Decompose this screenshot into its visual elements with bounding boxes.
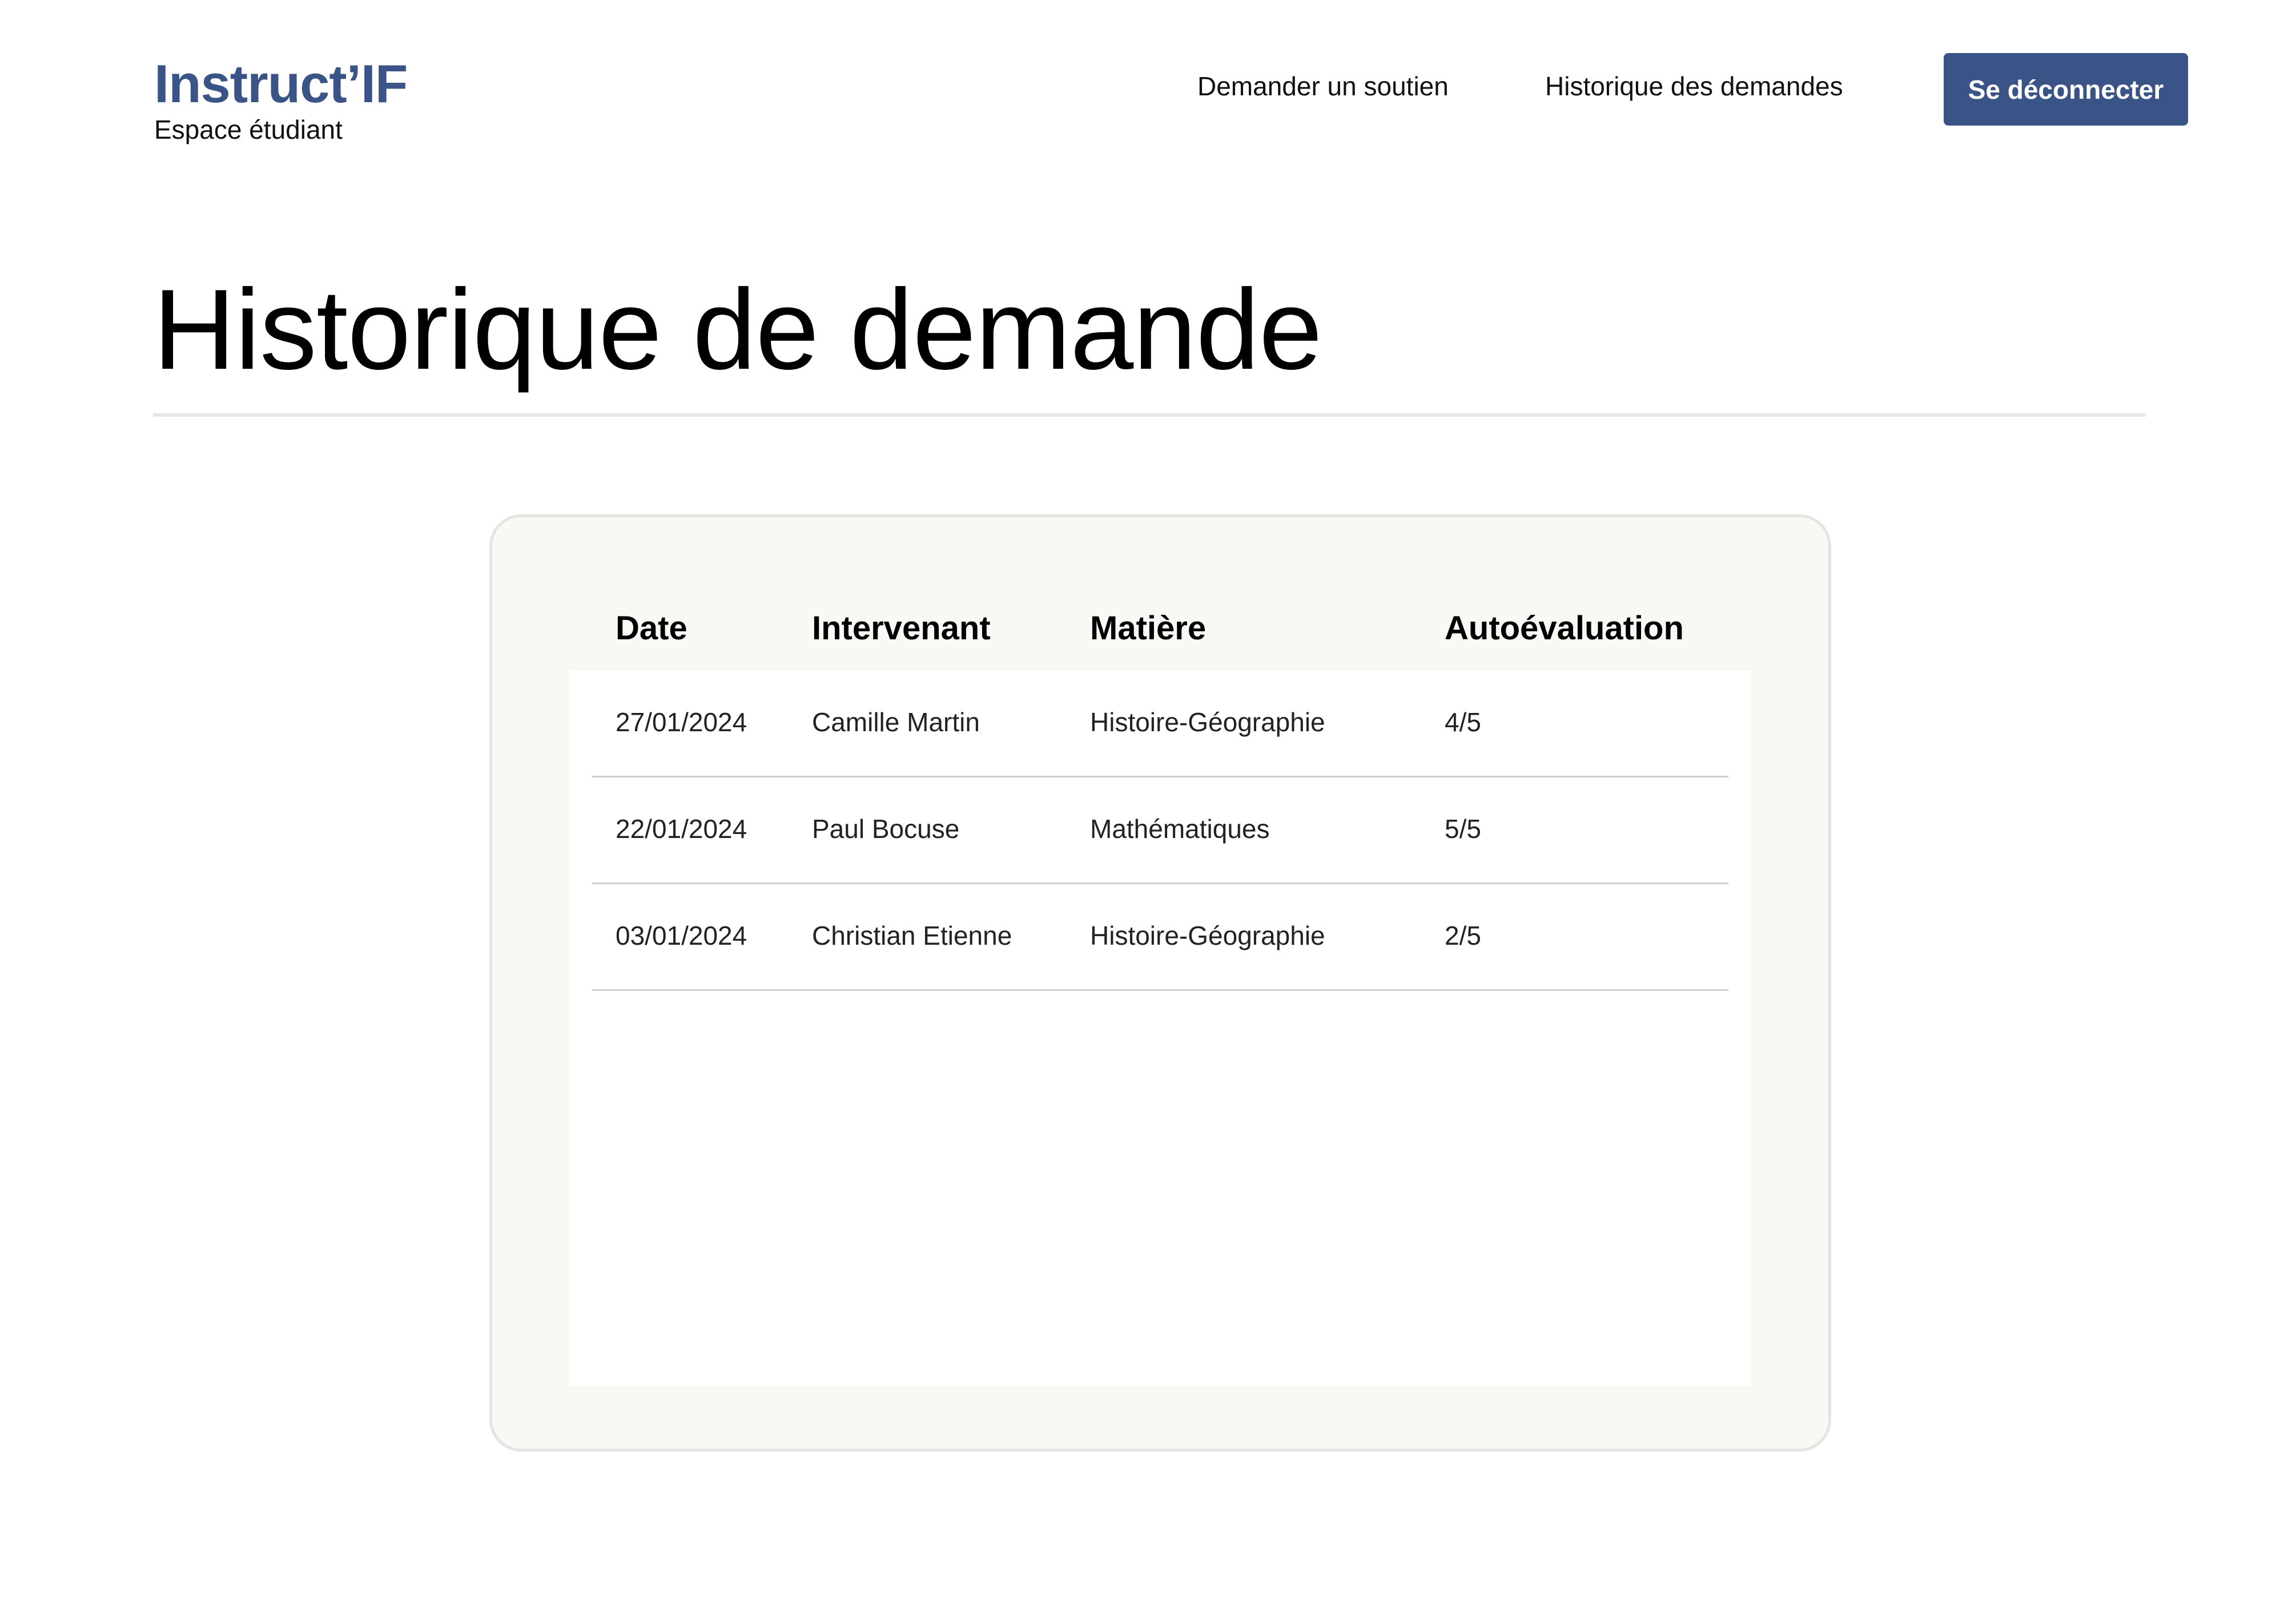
title-divider: [153, 413, 2146, 417]
column-header-date: Date: [616, 610, 687, 647]
table-row[interactable]: 22/01/2024 Paul Bocuse Mathématiques 5/5: [592, 777, 1728, 884]
cell-intervenant: Camille Martin: [812, 707, 980, 737]
cell-autoevaluation: 4/5: [1445, 707, 1481, 737]
page: Instruct’IF Espace étudiant Demander un …: [0, 0, 2284, 1624]
page-title: Historique de demande: [153, 266, 1322, 393]
cell-matiere: Histoire-Géographie: [1090, 921, 1325, 950]
cell-matiere: Mathématiques: [1090, 814, 1270, 844]
column-header-matiere: Matière: [1090, 610, 1207, 647]
cell-matiere: Histoire-Géographie: [1090, 707, 1325, 737]
cell-date: 22/01/2024: [616, 814, 747, 844]
nav-link-historique-demandes[interactable]: Historique des demandes: [1545, 73, 1843, 99]
nav-link-demander-soutien[interactable]: Demander un soutien: [1197, 73, 1449, 99]
cell-date: 27/01/2024: [616, 707, 747, 737]
table-row[interactable]: 03/01/2024 Christian Etienne Histoire-Gé…: [592, 884, 1728, 991]
brand-subtitle: Espace étudiant: [154, 115, 343, 144]
table-body: 27/01/2024 Camille Martin Histoire-Géogr…: [569, 671, 1751, 1386]
cell-intervenant: Paul Bocuse: [812, 814, 960, 844]
brand-logo-text: Instruct’IF: [154, 54, 408, 114]
cell-autoevaluation: 2/5: [1445, 921, 1481, 950]
cell-autoevaluation: 5/5: [1445, 814, 1481, 844]
cell-date: 03/01/2024: [616, 921, 747, 950]
table-row[interactable]: 27/01/2024 Camille Martin Histoire-Géogr…: [592, 671, 1728, 777]
logout-button[interactable]: Se déconnecter: [1944, 53, 2188, 126]
cell-intervenant: Christian Etienne: [812, 921, 1012, 950]
brand: Instruct’IF Espace étudiant: [154, 54, 408, 144]
column-header-intervenant: Intervenant: [812, 610, 991, 647]
column-header-autoevaluation: Autoévaluation: [1445, 610, 1684, 647]
